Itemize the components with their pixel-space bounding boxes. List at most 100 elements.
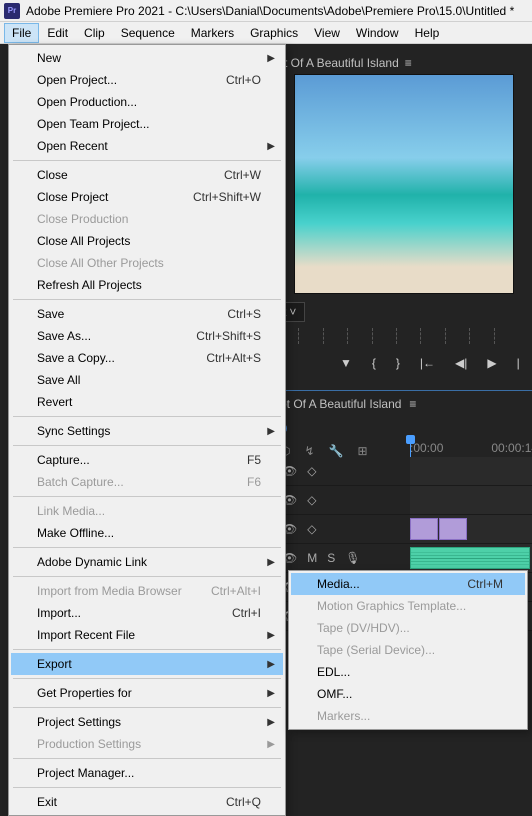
file-menu-item-make-offline[interactable]: Make Offline... xyxy=(11,522,283,544)
file-menu-item-project-manager[interactable]: Project Manager... xyxy=(11,762,283,784)
file-menu-item-revert[interactable]: Revert xyxy=(11,391,283,413)
settings-icon[interactable]: ⊞ xyxy=(358,444,368,458)
ruler-tick: 00:00:14:23 xyxy=(491,441,532,455)
export-menu-item-omf[interactable]: OMF... xyxy=(291,683,525,705)
file-menu-item-sync-settings[interactable]: Sync Settings▶ xyxy=(11,420,283,442)
toggle-icon[interactable]: ◇ xyxy=(307,493,316,507)
menu-item-label: Close All Other Projects xyxy=(37,256,164,270)
app-icon: Pr xyxy=(4,3,20,19)
menu-item-label: Adobe Dynamic Link xyxy=(37,555,147,569)
submenu-arrow-icon: ▶ xyxy=(267,717,275,728)
menu-edit[interactable]: Edit xyxy=(39,23,76,43)
export-menu-item-markers: Markers... xyxy=(291,705,525,727)
timeline-ruler[interactable]: :00:00 00:00:14:23 00:0 xyxy=(410,441,522,455)
menu-item-shortcut: F6 xyxy=(247,475,261,489)
menu-window[interactable]: Window xyxy=(348,23,407,43)
file-menu: New▶Open Project...Ctrl+OOpen Production… xyxy=(8,44,286,816)
add-marker-icon[interactable]: ▼ xyxy=(340,356,352,370)
menu-view[interactable]: View xyxy=(306,23,348,43)
wrench-icon[interactable]: 🔧 xyxy=(329,444,344,458)
file-menu-item-close-all-projects[interactable]: Close All Projects xyxy=(11,230,283,252)
track-v3[interactable]: 👁◇ xyxy=(270,457,532,486)
go-to-in-icon[interactable]: |← xyxy=(420,356,435,370)
toggle-icon[interactable]: ◇ xyxy=(307,464,316,478)
menu-item-label: Close xyxy=(37,168,68,182)
menu-file[interactable]: File xyxy=(4,23,39,43)
mark-in-icon[interactable]: { xyxy=(372,356,376,370)
export-menu-item-tape-dv-hdv: Tape (DV/HDV)... xyxy=(291,617,525,639)
file-menu-item-project-settings[interactable]: Project Settings▶ xyxy=(11,711,283,733)
timeline-menu-icon[interactable]: ≡ xyxy=(409,397,416,411)
track-v1[interactable]: 👁◇ xyxy=(270,515,532,544)
export-menu-item-edl[interactable]: EDL... xyxy=(291,661,525,683)
file-menu-item-exit[interactable]: ExitCtrl+Q xyxy=(11,791,283,813)
step-forward-icon[interactable]: | xyxy=(517,356,520,370)
menu-item-label: Project Manager... xyxy=(37,766,134,780)
panel-menu-icon[interactable]: ≡ xyxy=(405,56,413,70)
playback-controls: ▼ { } |← ◀| ▶ | xyxy=(340,356,520,370)
file-menu-item-import[interactable]: Import...Ctrl+I xyxy=(11,602,283,624)
file-menu-item-adobe-dynamic-link[interactable]: Adobe Dynamic Link ▶ xyxy=(11,551,283,573)
solo-button[interactable]: S xyxy=(327,551,335,565)
menu-item-shortcut: Ctrl+Shift+S xyxy=(196,329,261,343)
step-back-icon[interactable]: ◀| xyxy=(455,356,467,370)
submenu-arrow-icon: ▶ xyxy=(267,739,275,750)
file-menu-item-close-project[interactable]: Close ProjectCtrl+Shift+W xyxy=(11,186,283,208)
menu-help[interactable]: Help xyxy=(407,23,448,43)
submenu-arrow-icon: ▶ xyxy=(267,141,275,152)
menu-item-label: Markers... xyxy=(317,709,370,723)
timeline-header[interactable]: ot Of A Beautiful Island ≡ xyxy=(270,391,532,417)
menu-item-shortcut: Ctrl+Shift+W xyxy=(193,190,261,204)
file-menu-item-export[interactable]: Export▶ xyxy=(11,653,283,675)
track-v2[interactable]: 👁◇ xyxy=(270,486,532,515)
video-clip[interactable] xyxy=(439,518,467,540)
export-menu-item-media[interactable]: Media...Ctrl+M xyxy=(291,573,525,595)
file-menu-item-new[interactable]: New▶ xyxy=(11,47,283,69)
video-clip[interactable] xyxy=(410,518,438,540)
play-icon[interactable]: ▶ xyxy=(487,356,496,370)
menu-sequence[interactable]: Sequence xyxy=(113,23,183,43)
file-menu-item-save-a-copy[interactable]: Save a Copy...Ctrl+Alt+S xyxy=(11,347,283,369)
file-menu-item-import-recent-file[interactable]: Import Recent File▶ xyxy=(11,624,283,646)
menu-item-shortcut: Ctrl+W xyxy=(224,168,261,182)
mute-button[interactable]: M xyxy=(307,551,317,565)
menu-item-label: Import Recent File xyxy=(37,628,135,642)
menu-item-label: Open Project... xyxy=(37,73,117,87)
menu-bar: File Edit Clip Sequence Markers Graphics… xyxy=(0,22,532,44)
menu-item-label: New xyxy=(37,51,61,65)
menu-markers[interactable]: Markers xyxy=(183,23,242,43)
file-menu-item-open-team-project[interactable]: Open Team Project... xyxy=(11,113,283,135)
source-panel-header[interactable]: t Of A Beautiful Island ≡ xyxy=(274,50,423,76)
file-menu-item-save-as[interactable]: Save As... Ctrl+Shift+S xyxy=(11,325,283,347)
file-menu-item-get-properties-for[interactable]: Get Properties for▶ xyxy=(11,682,283,704)
menu-item-label: Save xyxy=(37,307,64,321)
file-menu-item-save[interactable]: SaveCtrl+S xyxy=(11,303,283,325)
file-menu-item-link-media: Link Media... xyxy=(11,500,283,522)
submenu-arrow-icon: ▶ xyxy=(267,557,275,568)
menu-separator xyxy=(13,416,281,417)
file-menu-item-close[interactable]: Close Ctrl+W xyxy=(11,164,283,186)
toggle-icon[interactable]: ◇ xyxy=(307,522,316,536)
file-menu-item-capture[interactable]: Capture...F5 xyxy=(11,449,283,471)
file-menu-item-open-production[interactable]: Open Production... xyxy=(11,91,283,113)
source-ruler[interactable] xyxy=(274,328,518,344)
file-menu-item-save-all[interactable]: Save All xyxy=(11,369,283,391)
mic-icon[interactable]: 🎙 xyxy=(345,551,360,565)
file-menu-item-open-recent[interactable]: Open Recent▶ xyxy=(11,135,283,157)
linked-selection-icon[interactable]: ↯ xyxy=(304,444,314,458)
menu-item-label: Revert xyxy=(37,395,72,409)
menu-item-label: Batch Capture... xyxy=(37,475,124,489)
file-menu-item-refresh-all-projects[interactable]: Refresh All Projects xyxy=(11,274,283,296)
menu-item-label: EDL... xyxy=(317,665,350,679)
track-a1[interactable]: 👁MS🎙 xyxy=(270,544,532,573)
menu-graphics[interactable]: Graphics xyxy=(242,23,306,43)
audio-clip[interactable] xyxy=(410,547,530,569)
export-menu-item-motion-graphics-template: Motion Graphics Template... xyxy=(291,595,525,617)
menu-clip[interactable]: Clip xyxy=(76,23,113,43)
mark-out-icon[interactable]: } xyxy=(396,356,400,370)
video-preview[interactable] xyxy=(294,74,514,294)
menu-item-label: Save As... xyxy=(37,329,91,343)
menu-item-label: Link Media... xyxy=(37,504,105,518)
menu-item-label: Media... xyxy=(317,577,360,591)
file-menu-item-open-project[interactable]: Open Project...Ctrl+O xyxy=(11,69,283,91)
